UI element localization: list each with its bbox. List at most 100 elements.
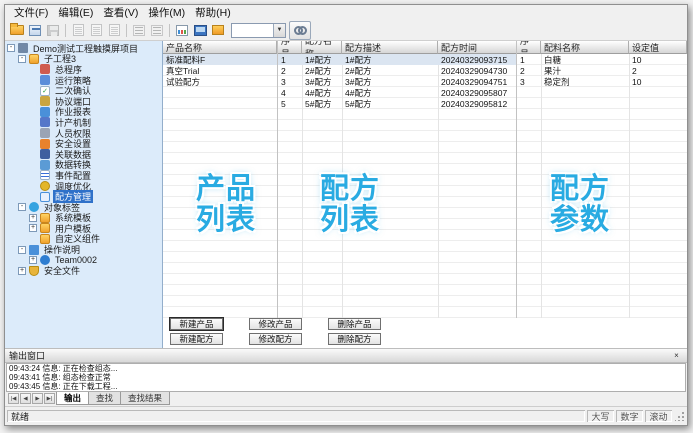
scroll-indicator: 滚动 bbox=[645, 410, 672, 422]
table-row[interactable]: 真空Trial bbox=[163, 65, 277, 76]
paste-button[interactable] bbox=[105, 22, 123, 39]
table-row[interactable]: 33#配方3#配方20240329094751 bbox=[278, 76, 516, 87]
button-row: 新建产品 修改产品 删除产品 bbox=[170, 318, 687, 330]
open-folder-button[interactable] bbox=[8, 22, 26, 39]
collapse-icon[interactable]: - bbox=[18, 203, 26, 211]
tree-item[interactable]: +安全文件 bbox=[5, 265, 162, 276]
delete-recipe-button[interactable]: 删除配方 bbox=[328, 333, 381, 345]
resize-grip[interactable] bbox=[675, 411, 685, 421]
log-line[interactable]: 09:43:24 信息: 正在检查组态... bbox=[7, 364, 685, 373]
folder-icon bbox=[29, 54, 39, 64]
import-icon bbox=[29, 25, 41, 36]
tab-output[interactable]: 输出 bbox=[56, 392, 89, 405]
toolbar: ▼ bbox=[5, 20, 687, 41]
toolbar-separator bbox=[169, 24, 170, 37]
column-header[interactable]: 配方时间 bbox=[438, 41, 517, 54]
recipe-workspace: 产品名称 标准配料F 真空Trial 试验配方 序号 bbox=[163, 41, 687, 348]
table-row[interactable]: 1白糖10 bbox=[517, 54, 687, 65]
expand-icon[interactable]: + bbox=[29, 224, 37, 232]
column-header[interactable]: 设定值 bbox=[629, 41, 687, 54]
last-tab-icon[interactable]: ▶| bbox=[44, 393, 55, 404]
tree-item-team0002[interactable]: +Team0002 bbox=[5, 255, 162, 266]
package-button[interactable] bbox=[209, 22, 227, 39]
table-row[interactable]: 44#配方4#配方20240329095807 bbox=[278, 87, 516, 98]
action-buttons: 新建产品 修改产品 删除产品 新建配方 修改配方 删除配方 bbox=[163, 318, 687, 348]
column-header[interactable]: 序号 bbox=[517, 41, 541, 54]
column-header[interactable]: 产品名称 bbox=[163, 41, 277, 54]
column-header[interactable]: 配料名称 bbox=[541, 41, 629, 54]
list-icon bbox=[40, 170, 50, 180]
table-row[interactable]: 22#配方2#配方20240329094730 bbox=[278, 65, 516, 76]
log-line[interactable]: 09:43:45 信息: 正在下载工程... bbox=[7, 382, 685, 391]
expand-icon[interactable]: + bbox=[18, 267, 26, 275]
save-button[interactable] bbox=[44, 22, 62, 39]
tab-find-results[interactable]: 查找结果 bbox=[120, 392, 170, 405]
table-header-row: 产品名称 bbox=[163, 41, 277, 54]
close-icon[interactable]: × bbox=[670, 350, 683, 362]
event-list-button[interactable] bbox=[148, 22, 166, 39]
edit-recipe-button[interactable]: 修改配方 bbox=[249, 333, 302, 345]
chart-button[interactable] bbox=[173, 22, 191, 39]
property-list-button[interactable] bbox=[130, 22, 148, 39]
import-button[interactable] bbox=[26, 22, 44, 39]
package-icon bbox=[212, 25, 224, 35]
status-ready-text: 就绪 bbox=[7, 410, 585, 422]
expand-icon[interactable]: + bbox=[29, 256, 37, 264]
caption-line: 参数 bbox=[525, 205, 635, 236]
download-button[interactable] bbox=[191, 22, 209, 39]
cut-button[interactable] bbox=[69, 22, 87, 39]
caption-line: 产品 bbox=[171, 174, 281, 205]
column-header[interactable]: 配方名称 bbox=[302, 41, 342, 54]
collapse-icon[interactable]: - bbox=[18, 55, 26, 63]
edit-product-button[interactable]: 修改产品 bbox=[249, 318, 302, 330]
tree-item[interactable]: 自定义组件 bbox=[5, 234, 162, 245]
cut-icon bbox=[73, 24, 84, 36]
project-tree: -Demo测试工程触摸屏项目 -子工程3 总程序 运行策略 ✓二次确认 协议端口… bbox=[5, 41, 163, 348]
new-recipe-button[interactable]: 新建配方 bbox=[170, 333, 223, 345]
output-window: 输出窗口 × 09:43:24 信息: 正在检查组态... 09:43:41 信… bbox=[5, 348, 687, 406]
tab-find[interactable]: 查找 bbox=[88, 392, 121, 405]
num-indicator: 数字 bbox=[616, 410, 643, 422]
tree-item-root[interactable]: -Demo测试工程触摸屏项目 bbox=[5, 43, 162, 54]
delete-product-button[interactable]: 删除产品 bbox=[328, 318, 381, 330]
strategy-icon bbox=[40, 75, 50, 85]
folder-icon bbox=[40, 223, 50, 233]
people-icon bbox=[40, 128, 50, 138]
column-header[interactable]: 序号 bbox=[278, 41, 302, 54]
menu-file[interactable]: 文件(F) bbox=[9, 5, 53, 20]
shield-icon bbox=[29, 266, 39, 276]
menu-view[interactable]: 查看(V) bbox=[98, 5, 143, 20]
column-header[interactable]: 配方描述 bbox=[342, 41, 438, 54]
table-row[interactable]: 试验配方 bbox=[163, 76, 277, 87]
next-tab-icon[interactable]: ▶ bbox=[32, 393, 43, 404]
expand-icon[interactable]: + bbox=[29, 214, 37, 222]
menu-operate[interactable]: 操作(M) bbox=[143, 5, 190, 20]
copy-button[interactable] bbox=[87, 22, 105, 39]
table-row[interactable]: 2果汁2 bbox=[517, 65, 687, 76]
port-icon bbox=[40, 96, 50, 106]
table-row[interactable]: 3稳定剂10 bbox=[517, 76, 687, 87]
first-tab-icon[interactable]: |◀ bbox=[8, 393, 19, 404]
status-bar: 就绪 大写 数字 滚动 bbox=[5, 406, 687, 425]
tree-item[interactable]: -操作说明 bbox=[5, 244, 162, 255]
caption-line: 列表 bbox=[171, 205, 281, 236]
table-row[interactable]: 11#配方1#配方20240329093715 bbox=[278, 54, 516, 65]
find-button[interactable] bbox=[289, 21, 311, 40]
binoculars-icon bbox=[294, 25, 307, 35]
table-row[interactable]: 标准配料F bbox=[163, 54, 277, 65]
property-list-icon bbox=[133, 25, 145, 36]
collapse-icon[interactable]: - bbox=[7, 44, 15, 52]
combobox-input[interactable] bbox=[232, 24, 273, 37]
database-icon bbox=[40, 149, 50, 159]
table-row[interactable]: 55#配方5#配方20240329095812 bbox=[278, 98, 516, 109]
table-header-row: 序号 配料名称 设定值 bbox=[517, 41, 687, 54]
toolbar-combobox[interactable]: ▼ bbox=[231, 23, 286, 38]
menu-edit[interactable]: 编辑(E) bbox=[53, 5, 98, 20]
collapse-icon[interactable]: - bbox=[18, 246, 26, 254]
new-product-button[interactable]: 新建产品 bbox=[170, 318, 223, 330]
tree-item-recipe-management[interactable]: 配方管理 bbox=[5, 191, 162, 202]
chevron-down-icon[interactable]: ▼ bbox=[273, 24, 285, 37]
output-log[interactable]: 09:43:24 信息: 正在检查组态... 09:43:41 信息: 组态检查… bbox=[6, 363, 686, 392]
prev-tab-icon[interactable]: ◀ bbox=[20, 393, 31, 404]
menu-help[interactable]: 帮助(H) bbox=[190, 5, 236, 20]
